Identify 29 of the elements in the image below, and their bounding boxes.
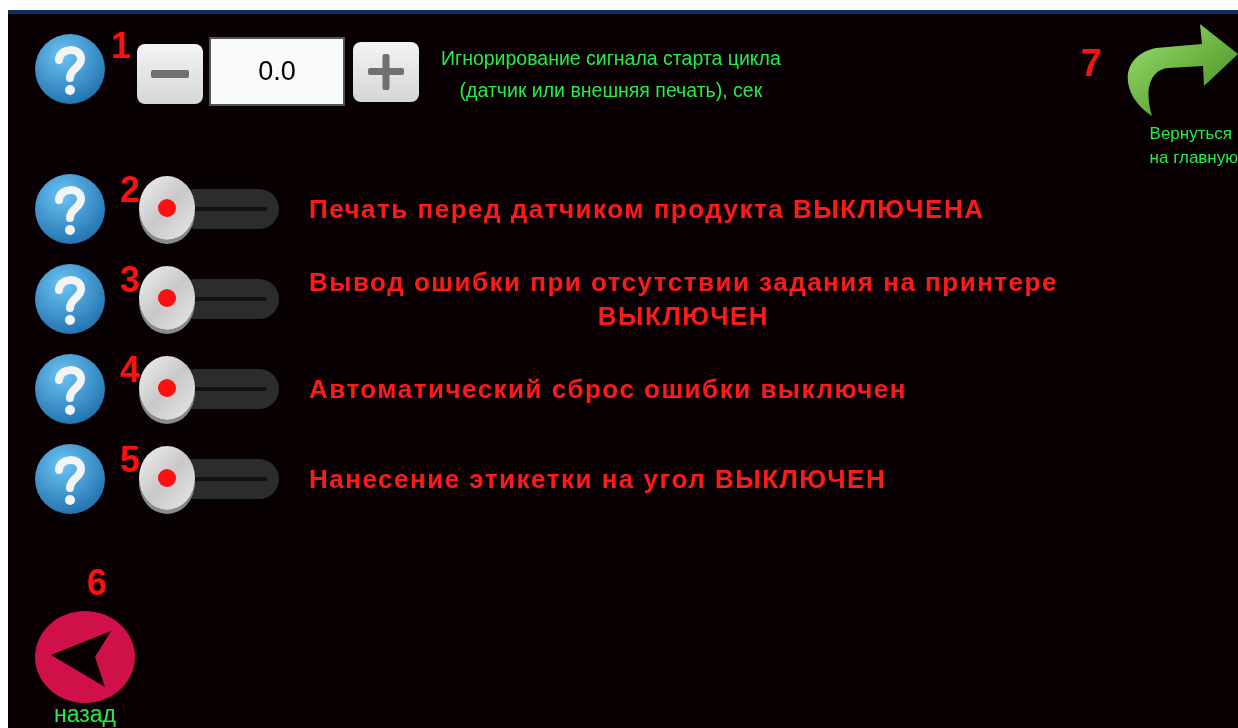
setting-label: Нанесение этикетки на угол ВЫКЛЮЧЕН xyxy=(309,463,887,496)
help-button[interactable] xyxy=(35,444,105,514)
callout-number: 3 xyxy=(119,262,141,298)
plus-icon xyxy=(368,54,404,90)
callout-number: 1 xyxy=(110,28,132,64)
help-button[interactable] xyxy=(35,264,105,334)
callout-number: 2 xyxy=(119,172,141,208)
toggle-switch[interactable] xyxy=(139,266,279,332)
toggle-switch[interactable] xyxy=(139,446,279,512)
plus-button[interactable] xyxy=(353,42,419,102)
toggle-switch[interactable] xyxy=(139,356,279,422)
help-button[interactable] xyxy=(35,354,105,424)
callout-number: 4 xyxy=(119,352,141,388)
minus-icon xyxy=(151,70,189,78)
callout-number: 5 xyxy=(119,442,141,478)
back-button[interactable] xyxy=(35,611,135,703)
minus-button[interactable] xyxy=(137,44,203,104)
value-field[interactable]: 0.0 xyxy=(209,37,345,106)
setting-label: Автоматический сброс ошибки выключен xyxy=(309,373,907,406)
help-button[interactable] xyxy=(35,174,105,244)
help-button[interactable] xyxy=(35,34,105,104)
callout-number: 6 xyxy=(87,565,107,601)
setting-label: Печать перед датчиком продукта ВЫКЛЮЧЕНА xyxy=(309,193,985,226)
setting-label: Вывод ошибки при отсутствии задания на принтере ВЫКЛЮЧЕН xyxy=(309,266,1058,333)
back-label: назад xyxy=(54,703,116,726)
callout-number: 7 xyxy=(1080,44,1102,82)
home-link[interactable]: Вернуться на главную xyxy=(1145,122,1238,170)
setting-description: Игнорирование сигнала старта цикла (датчик или внешняя печать), сек xyxy=(441,46,781,103)
toggle-switch[interactable] xyxy=(139,176,279,242)
